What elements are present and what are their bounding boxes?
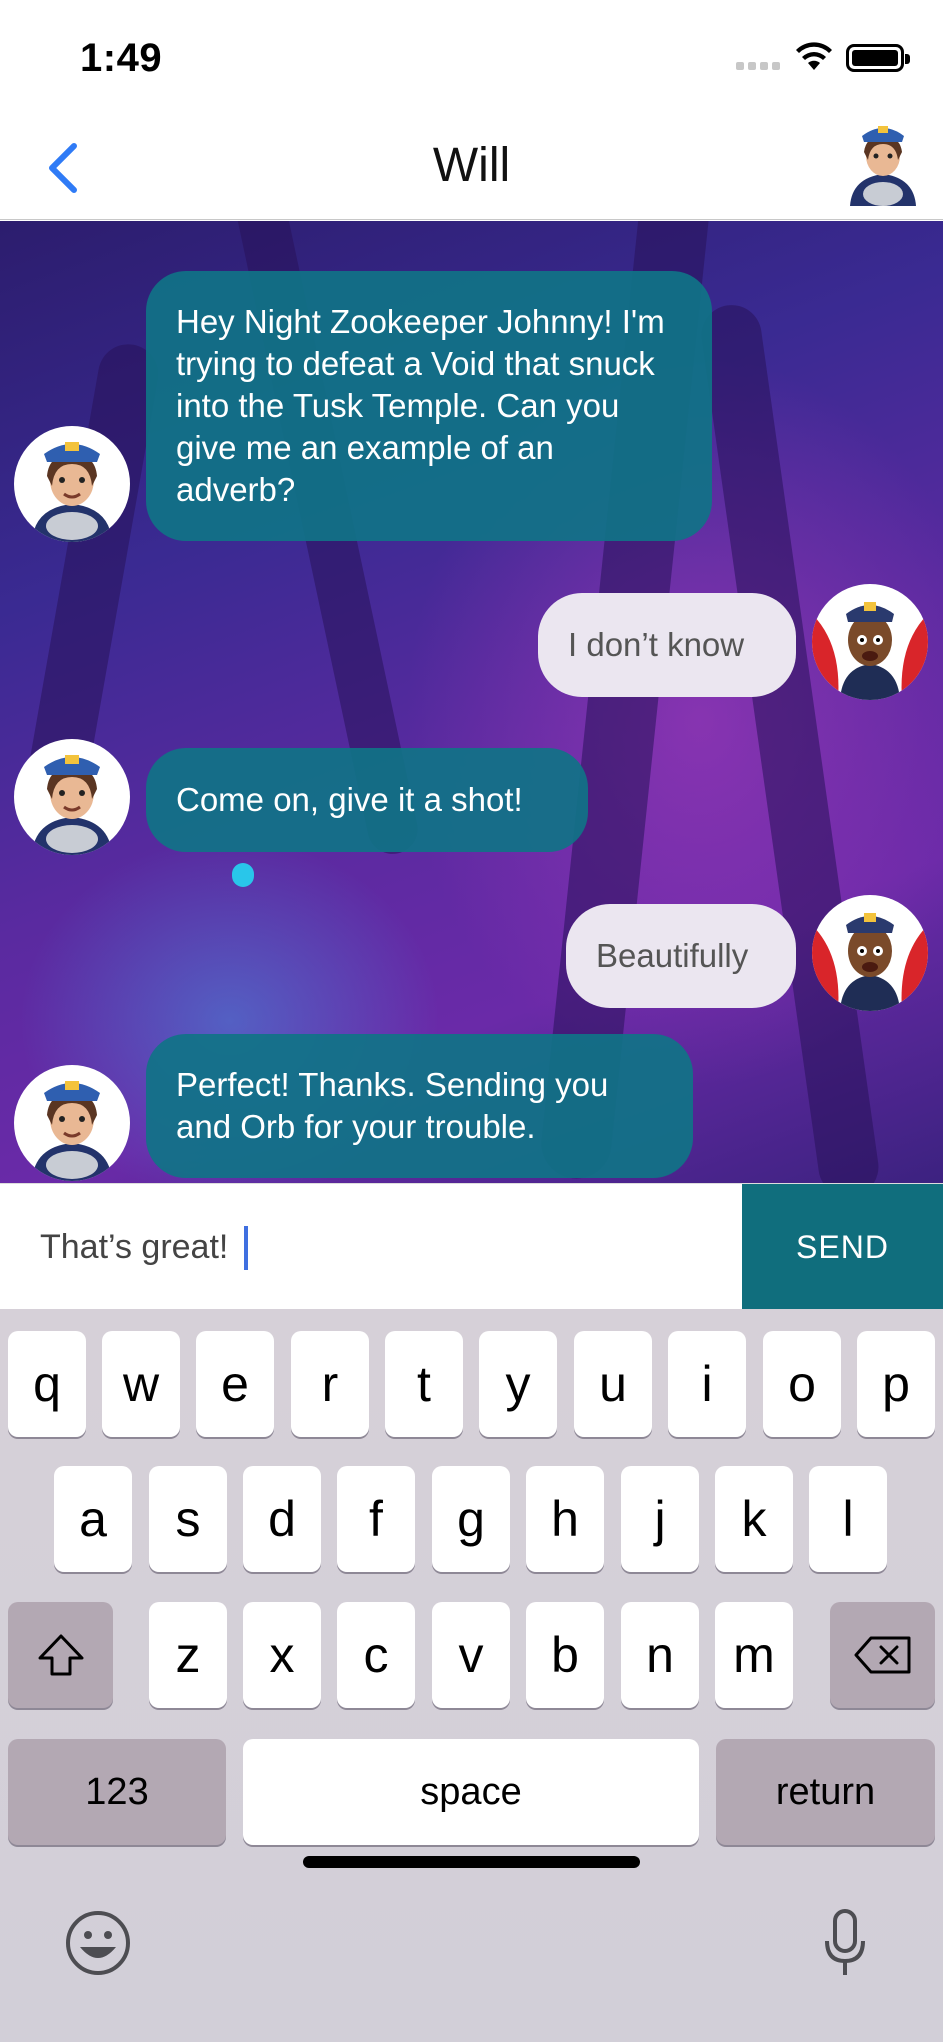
background-decoration	[697, 301, 883, 1183]
zookeeper-character-icon	[850, 126, 916, 206]
shift-key[interactable]	[8, 1602, 113, 1708]
key-t[interactable]: t	[385, 1331, 463, 1437]
delete-icon	[854, 1636, 910, 1674]
send-button[interactable]: SEND	[742, 1184, 943, 1310]
npc-avatar	[14, 1065, 130, 1181]
zookeeper-character-icon	[32, 442, 112, 542]
chat-title: Will	[432, 139, 511, 192]
zookeeper-character-icon	[32, 755, 112, 855]
user-message: I don’t know	[538, 593, 796, 697]
key-c[interactable]: c	[337, 1602, 415, 1708]
status-time: 1:49	[80, 36, 163, 80]
key-f[interactable]: f	[337, 1466, 415, 1572]
key-w[interactable]: w	[102, 1331, 180, 1437]
microphone-icon[interactable]	[822, 1909, 868, 1979]
key-h[interactable]: h	[526, 1466, 604, 1572]
battery-icon	[846, 44, 910, 72]
text-cursor	[244, 1226, 248, 1270]
key-r[interactable]: r	[291, 1331, 369, 1437]
key-b[interactable]: b	[526, 1602, 604, 1708]
navigation-bar: Will	[0, 110, 943, 220]
space-key[interactable]: space	[243, 1739, 699, 1845]
npc-message: Perfect! Thanks. Sending you and Orb for…	[146, 1034, 693, 1178]
npc-avatar	[14, 739, 130, 855]
key-k[interactable]: k	[715, 1466, 793, 1572]
status-bar: 1:49	[0, 0, 943, 110]
return-key[interactable]: return	[716, 1739, 935, 1845]
key-i[interactable]: i	[668, 1331, 746, 1437]
key-z[interactable]: z	[149, 1602, 227, 1708]
keyboard: q w e r t y u i o p a s d f g h j k l z …	[0, 1309, 943, 2042]
player-character-icon	[812, 913, 928, 1011]
delete-key[interactable]	[830, 1602, 935, 1708]
npc-message: Hey Night Zookeeper Johnny! I'm trying t…	[146, 271, 712, 541]
user-message: Beautifully	[566, 904, 796, 1008]
npc-message: Come on, give it a shot!	[146, 748, 588, 852]
key-x[interactable]: x	[243, 1602, 321, 1708]
chat-thread[interactable]: Hey Night Zookeeper Johnny! I'm trying t…	[0, 221, 943, 1183]
key-p[interactable]: p	[857, 1331, 935, 1437]
key-o[interactable]: o	[763, 1331, 841, 1437]
key-y[interactable]: y	[479, 1331, 557, 1437]
key-j[interactable]: j	[621, 1466, 699, 1572]
key-q[interactable]: q	[8, 1331, 86, 1437]
numbers-key[interactable]: 123	[8, 1739, 226, 1845]
emoji-icon[interactable]	[64, 1909, 132, 1977]
user-avatar	[812, 584, 928, 700]
user-avatar	[812, 895, 928, 1011]
key-u[interactable]: u	[574, 1331, 652, 1437]
key-n[interactable]: n	[621, 1602, 699, 1708]
key-e[interactable]: e	[196, 1331, 274, 1437]
key-v[interactable]: v	[432, 1602, 510, 1708]
glowing-orb	[232, 863, 254, 887]
npc-avatar	[14, 426, 130, 542]
shift-icon	[38, 1634, 83, 1676]
key-m[interactable]: m	[715, 1602, 793, 1708]
cellular-signal-icon	[736, 62, 782, 70]
key-a[interactable]: a	[54, 1466, 132, 1572]
player-character-icon	[812, 602, 928, 700]
key-l[interactable]: l	[809, 1466, 887, 1572]
key-g[interactable]: g	[432, 1466, 510, 1572]
message-input[interactable]	[0, 1184, 742, 1310]
zookeeper-character-icon	[32, 1081, 112, 1181]
home-indicator[interactable]	[303, 1856, 640, 1868]
key-s[interactable]: s	[149, 1466, 227, 1572]
contact-avatar[interactable]	[840, 116, 926, 206]
key-d[interactable]: d	[243, 1466, 321, 1572]
message-composer: SEND	[0, 1183, 943, 1310]
wifi-icon	[796, 42, 832, 70]
